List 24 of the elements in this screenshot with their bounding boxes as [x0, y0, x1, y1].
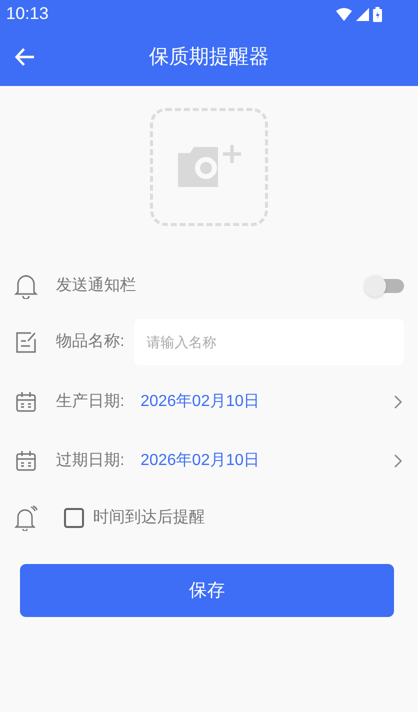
save-button[interactable]: 保存 — [20, 564, 394, 617]
bell-icon — [14, 273, 38, 299]
wifi-icon — [336, 8, 352, 20]
calendar-icon — [14, 390, 38, 414]
notify-label: 发送通知栏 — [56, 276, 136, 296]
back-arrow-icon[interactable] — [15, 48, 35, 66]
chevron-right-icon[interactable] — [394, 394, 402, 408]
signal-icon — [356, 8, 369, 20]
name-label: 物品名称: — [56, 332, 124, 352]
battery-icon — [373, 6, 382, 22]
app-title: 保质期提醒器 — [149, 45, 269, 70]
chevron-right-icon[interactable] — [394, 454, 402, 468]
status-time: 10:13 — [6, 3, 49, 26]
date-label: 生产日期: — [56, 392, 124, 412]
name-input-field[interactable]: 请输入名称 — [134, 319, 404, 365]
date-value[interactable]: 2026年02月10日 — [140, 448, 260, 472]
calendar-icon — [14, 448, 38, 472]
date-value[interactable]: 2026年02月10日 — [140, 390, 260, 414]
remind-checkbox[interactable] — [64, 508, 84, 528]
date-label: 过期日期: — [56, 450, 124, 470]
edit-note-icon — [14, 330, 38, 354]
notify-toggle[interactable] — [364, 275, 406, 297]
remind-label: 时间到达后提醒 — [93, 508, 205, 528]
ringing-bell-icon — [14, 505, 38, 531]
